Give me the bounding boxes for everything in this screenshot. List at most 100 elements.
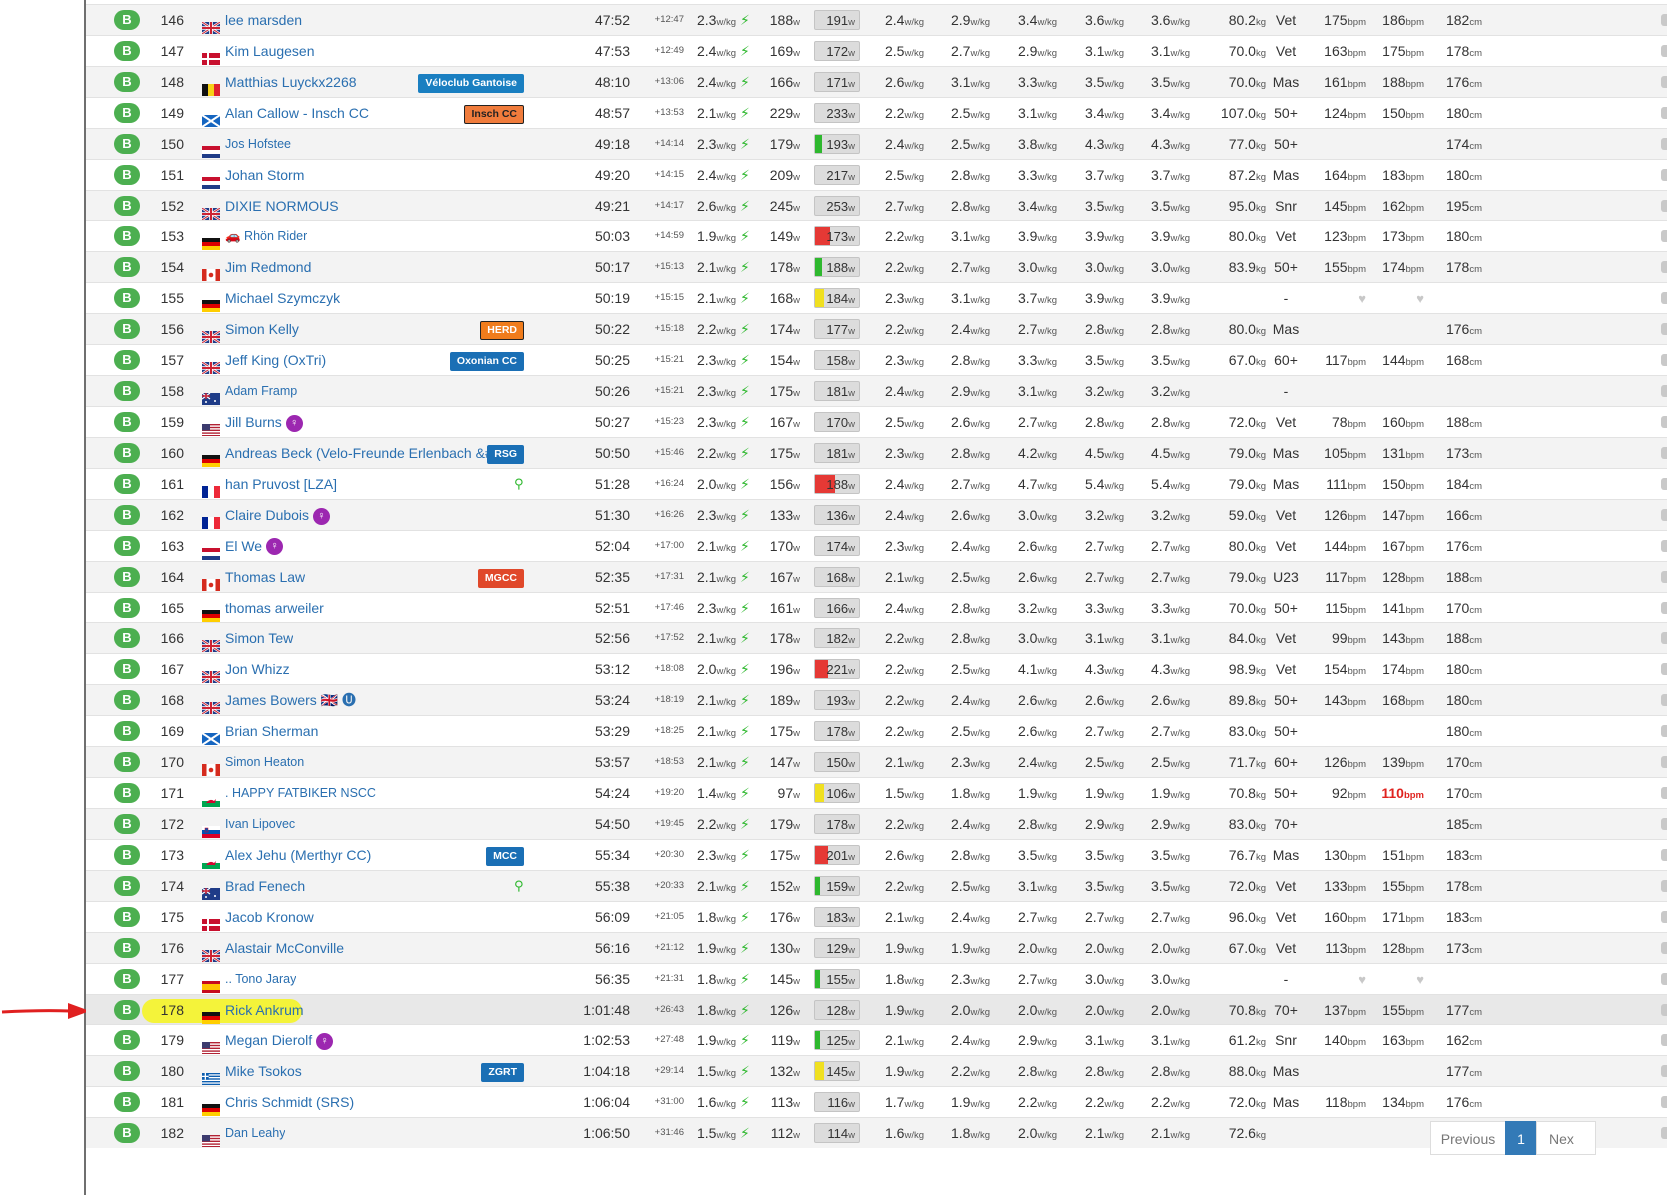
category-badge: B <box>114 566 140 587</box>
country-flag-icon <box>202 1066 220 1086</box>
rider-name-link[interactable]: Michael Szymczyk <box>225 283 340 313</box>
rider-name-link[interactable]: Jon Whizz <box>225 654 290 684</box>
avg-wkg: 2.0w/kg <box>696 475 736 492</box>
team-badge[interactable]: RSG <box>487 444 524 464</box>
row-scroll-handle <box>1661 1127 1667 1140</box>
np-watts-box: 181w <box>814 381 860 402</box>
wkg-w1: 2.2w/kg <box>884 723 924 740</box>
rider-name-link[interactable]: Simon Tew <box>225 623 293 653</box>
rider-name-link[interactable]: Brad Fenech <box>225 871 305 901</box>
rider-name-link[interactable]: thomas arweiler <box>225 593 324 623</box>
time-gap: +17:31 <box>654 570 684 582</box>
team-badge[interactable]: MGCC <box>477 568 524 588</box>
finish-time: 48:10 <box>594 73 630 90</box>
rider-name-link[interactable]: Brian Sherman <box>225 716 318 746</box>
rider-name-link[interactable]: Mike Tsokos <box>225 1056 302 1086</box>
rider-name-link[interactable]: James Bowers 🇬🇧 🅤 <box>225 685 356 715</box>
rider-name-link[interactable]: DIXIE NORMOUS <box>225 191 339 221</box>
wkg-w3: 2.0w/kg <box>1017 1001 1057 1018</box>
time-gap: +12:47 <box>654 14 684 25</box>
heart-rate-avg: 155bpm <box>1324 259 1366 276</box>
rider-name-link[interactable]: .. Tono Jaray <box>225 964 296 994</box>
rider-name-link[interactable]: han Pruvost [LZA] <box>225 469 337 499</box>
next-page-button[interactable]: Nex <box>1536 1121 1596 1155</box>
rider-name-link[interactable]: Rick Ankrum <box>225 995 304 1025</box>
wkg-w1: 2.2w/kg <box>884 630 924 647</box>
weight: 83.0kg <box>1228 723 1266 740</box>
wkg-w3: 2.7w/kg <box>1017 970 1057 987</box>
rider-name-link[interactable]: Jos Hofstee <box>225 129 291 159</box>
previous-page-button[interactable]: Previous <box>1430 1121 1506 1155</box>
finish-time: 53:29 <box>594 723 630 740</box>
age-category: Vet <box>1275 908 1297 925</box>
rider-name-link[interactable]: Adam Framp <box>225 376 297 406</box>
team-badge[interactable]: Insch CC <box>464 104 524 124</box>
country-flag-icon <box>202 819 220 838</box>
rider-name-link[interactable]: lee marsden <box>225 5 302 35</box>
team-badge[interactable]: Oxonian CC <box>449 352 524 372</box>
weight: 107.0kg <box>1220 104 1266 121</box>
rider-name-link[interactable]: 🚗 Rhön Rider <box>225 221 307 251</box>
rider-name-link[interactable]: Jim Redmond <box>225 252 311 282</box>
rider-name-link[interactable]: Andreas Beck (Velo-Freunde Erlenbach &#x <box>225 438 500 468</box>
wkg-w1: 2.2w/kg <box>884 815 924 832</box>
wkg-w1: 1.6w/kg <box>884 1125 924 1142</box>
wkg-w1: 2.3w/kg <box>884 444 924 461</box>
rider-name-link[interactable]: Alan Callow - Insch CC <box>225 98 369 128</box>
search-icon[interactable]: ⚲ <box>514 871 524 901</box>
avg-watts: 175w <box>769 846 800 863</box>
team-badge[interactable]: Véloclub Gantoise <box>418 73 524 93</box>
rider-name-link[interactable]: Chris Schmidt (SRS) <box>225 1087 354 1117</box>
rider-name-link[interactable]: Alex Jehu (Merthyr CC) <box>225 840 371 870</box>
rider-name-link[interactable]: Jeff King (OxTri) <box>225 345 326 375</box>
finish-time: 49:18 <box>594 135 630 152</box>
rider-name-link[interactable]: Johan Storm <box>225 160 304 190</box>
team-badge[interactable]: HERD <box>480 321 524 341</box>
rider-name-link[interactable]: Megan Dierolf ♀ <box>225 1025 334 1055</box>
wkg-w1: 1.7w/kg <box>884 1094 924 1111</box>
np-watts-box: 173w <box>814 226 860 247</box>
rider-name-link[interactable]: Jill Burns ♀ <box>225 407 303 437</box>
rider-name-link[interactable]: Kim Laugesen <box>225 36 315 66</box>
rider-name-link[interactable]: Dan Leahy <box>225 1118 285 1148</box>
wkg-w2: 2.5w/kg <box>950 877 990 894</box>
time-gap: +17:52 <box>654 632 684 644</box>
wkg-w3: 3.0w/kg <box>1017 259 1057 276</box>
table-row: B 152 DIXIE NORMOUS 49:21 +14:17 2.6w/kg ⚡ 245w… <box>86 189 1667 221</box>
rider-name-link[interactable]: Alastair McConville <box>225 933 344 963</box>
search-icon[interactable]: ⚲ <box>514 469 524 499</box>
row-scroll-handle <box>1661 941 1667 954</box>
rider-name-link[interactable]: Matthias Luyckx2268 <box>225 67 357 97</box>
wkg-w3: 2.6w/kg <box>1017 692 1057 709</box>
finish-time: 53:24 <box>594 692 630 709</box>
weight: 80.0kg <box>1228 321 1266 338</box>
rider-name-link[interactable]: Ivan Lipovec <box>225 809 295 839</box>
team-badge[interactable]: ZGRT <box>481 1063 524 1083</box>
rider-name-link[interactable]: El We ♀ <box>225 531 284 561</box>
wkg-w4: 2.9w/kg <box>1084 815 1124 832</box>
finish-time: 1:06:50 <box>583 1125 630 1142</box>
wkg-w3: 1.9w/kg <box>1017 785 1057 802</box>
wkg-w2: 2.7w/kg <box>950 42 990 59</box>
country-flag-icon <box>202 170 220 189</box>
wkg-w3: 3.3w/kg <box>1017 73 1057 90</box>
heart-rate-max: 174bpm <box>1382 259 1424 276</box>
rider-name-link[interactable]: Claire Dubois ♀ <box>225 500 331 530</box>
wkg-w3: 3.4w/kg <box>1017 12 1057 28</box>
finish-time: 1:02:53 <box>583 1032 630 1049</box>
age-category: Vet <box>1275 661 1297 678</box>
avg-wkg: 2.4w/kg <box>696 42 736 59</box>
heart-rate-avg: 113bpm <box>1325 939 1366 956</box>
rider-name-link[interactable]: Jacob Kronow <box>225 902 314 932</box>
rider-name-link[interactable]: Simon Kelly <box>225 314 299 344</box>
wkg-w5: 3.5w/kg <box>1150 352 1190 369</box>
rider-name-link[interactable]: Simon Heaton <box>225 747 304 777</box>
rider-name-link[interactable]: . HAPPY FATBIKER NSCC <box>225 778 376 808</box>
wkg-w2: 2.8w/kg <box>950 197 990 214</box>
team-badge[interactable]: MCC <box>486 846 524 866</box>
country-flag-icon <box>201 943 221 963</box>
page-1-button[interactable]: 1 <box>1505 1121 1537 1155</box>
category-badge: B <box>114 71 140 92</box>
rider-name-link[interactable]: Thomas Law <box>225 562 305 592</box>
position: 168 <box>160 692 184 709</box>
